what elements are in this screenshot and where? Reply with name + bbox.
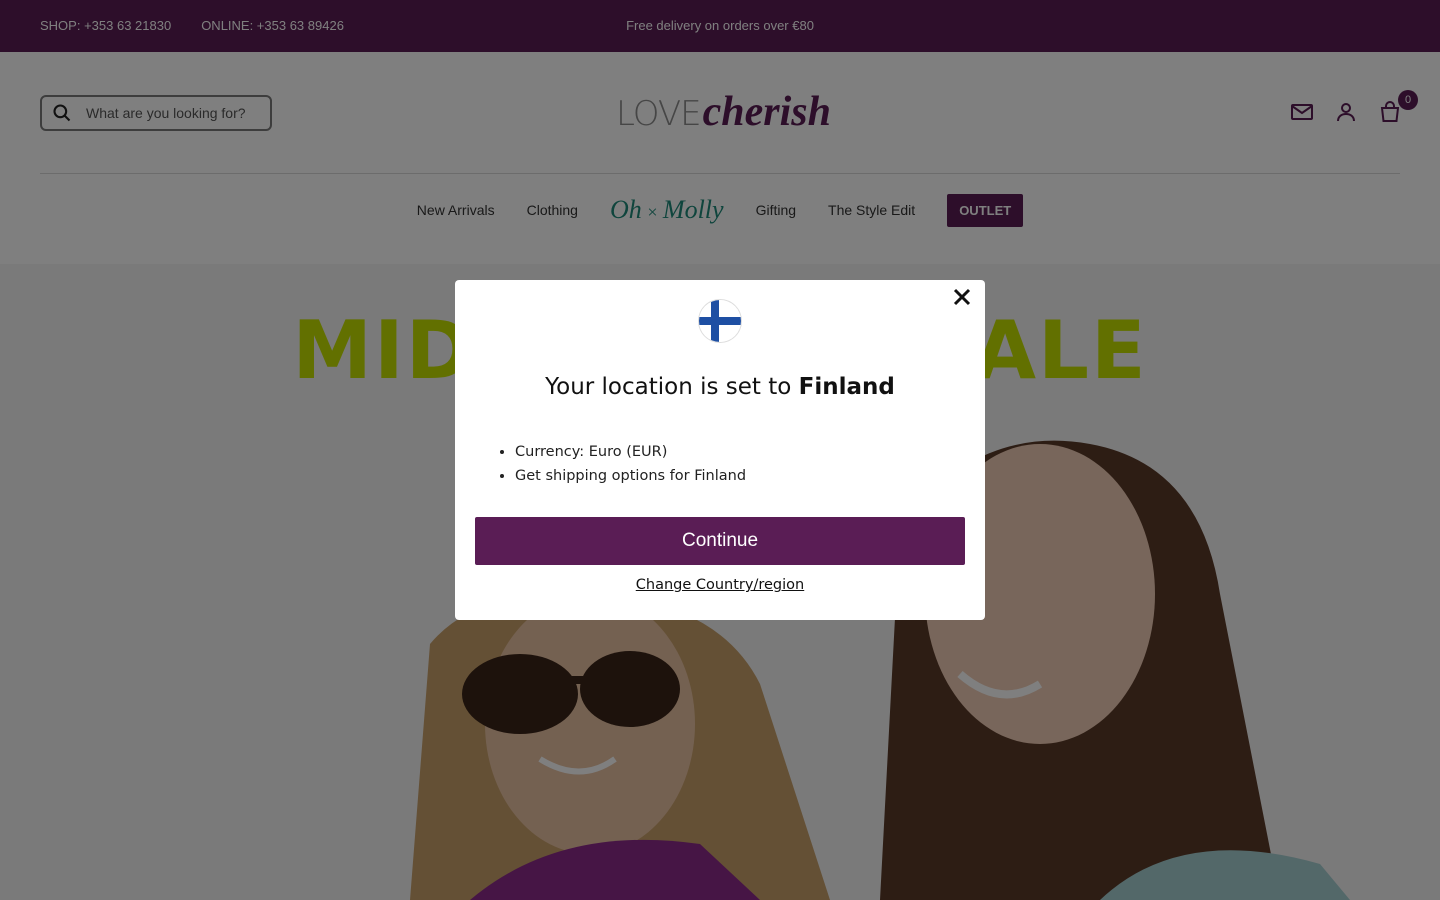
location-details-list: Currency: Euro (EUR) Get shipping option… — [515, 440, 746, 488]
continue-button[interactable]: Continue — [475, 517, 965, 565]
shipping-info: Get shipping options for Finland — [515, 464, 746, 488]
change-country-link[interactable]: Change Country/region — [455, 577, 985, 593]
currency-info: Currency: Euro (EUR) — [515, 440, 746, 464]
location-modal: Your location is set to Finland Currency… — [455, 280, 985, 620]
location-title-prefix: Your location is set to — [545, 374, 792, 400]
close-icon[interactable] — [951, 286, 973, 308]
location-title: Your location is set to Finland — [455, 374, 985, 400]
finland-flag-icon — [699, 300, 741, 342]
location-country: Finland — [798, 374, 895, 400]
